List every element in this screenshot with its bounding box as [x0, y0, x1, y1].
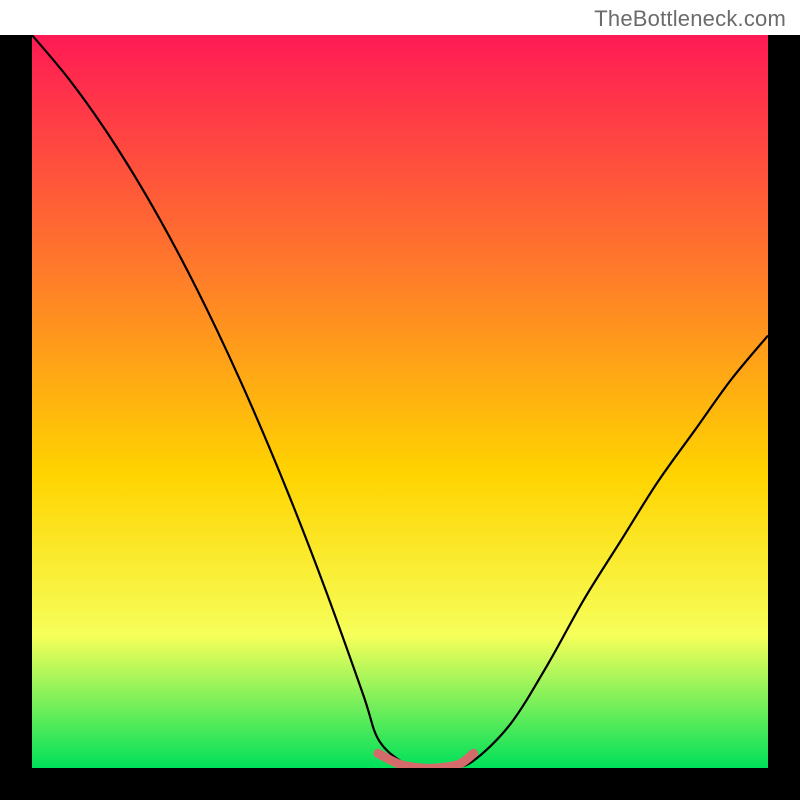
chart-svg [0, 0, 800, 800]
attribution-text: TheBottleneck.com [594, 6, 786, 32]
chart-container: TheBottleneck.com [0, 0, 800, 800]
plot-background [32, 35, 768, 768]
